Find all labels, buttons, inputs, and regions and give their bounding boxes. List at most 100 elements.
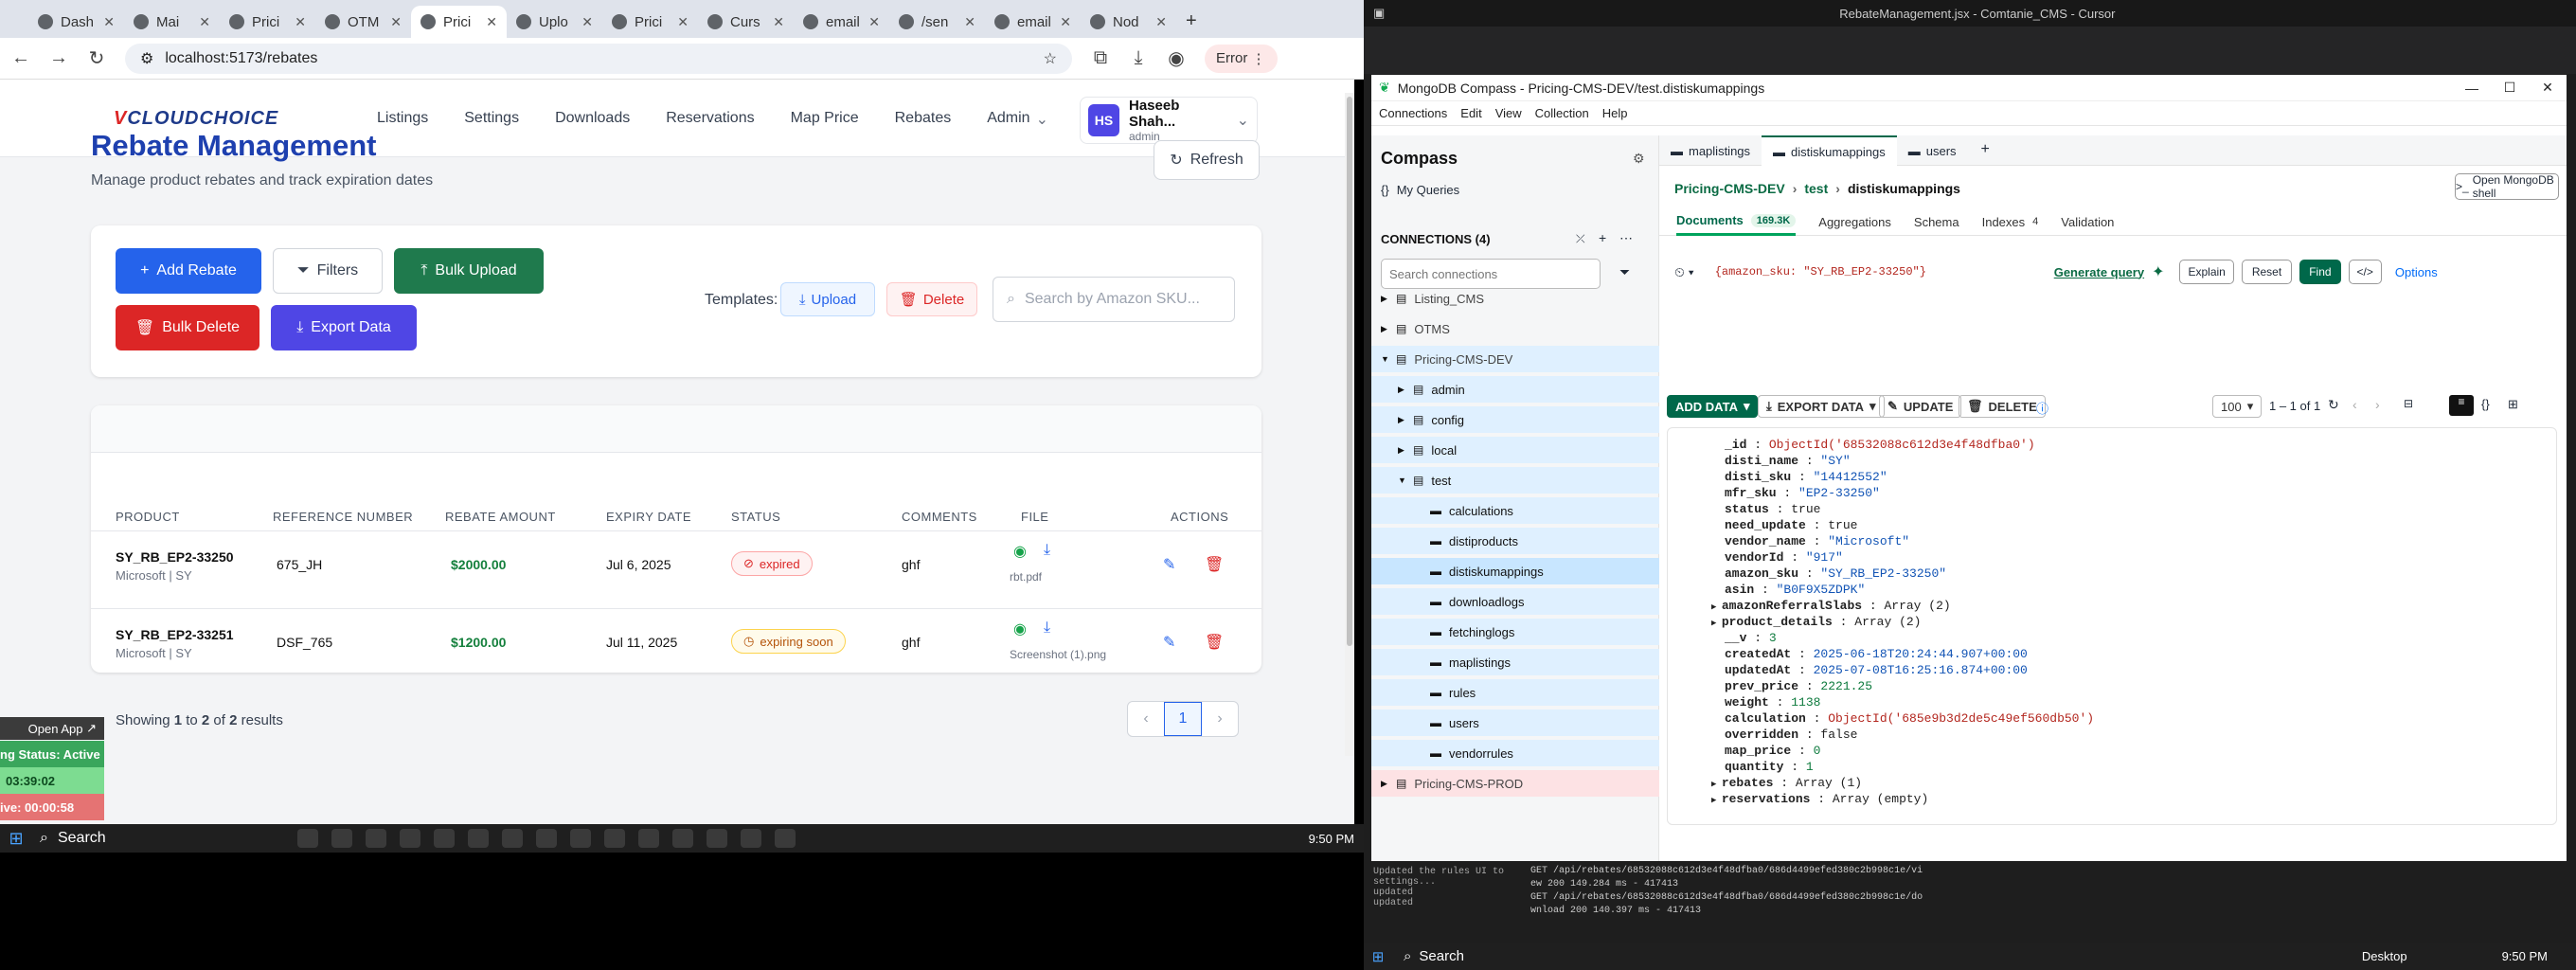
trash-icon[interactable]: 🗑 (1205, 555, 1224, 574)
export-data-button[interactable]: ⤓ EXPORT DATA ▾ (1758, 395, 1885, 418)
tree-item-pricing-cms-prod[interactable]: ▶ ▤ Pricing-CMS-PROD (1371, 770, 1659, 797)
add-tab-icon[interactable]: + (1968, 135, 2003, 165)
cloudchoice-logo[interactable]: VCLOUDCHOICE (114, 108, 278, 130)
search-input[interactable]: ⌕ Search by Amazon SKU... (993, 277, 1235, 322)
tree-item-vendorrules[interactable]: ▬ vendorrules (1371, 740, 1659, 766)
windows-start-icon[interactable]: ⊞ (1364, 948, 1392, 965)
doc-field-weight[interactable]: weight : 1138 (1725, 695, 1820, 710)
tree-item-admin[interactable]: ▶ ▤ admin (1371, 376, 1659, 403)
doc-field-asin[interactable]: asin : "B0F9X5ZDPK" (1725, 583, 1865, 597)
doc-field-rebates[interactable]: ▶ rebates : Array (1) (1711, 776, 1862, 790)
url-field[interactable]: ⚙ localhost:5173/rebates ☆ (125, 43, 1072, 74)
taskbar-app-icon[interactable] (536, 829, 557, 848)
edit-icon[interactable]: ✎ (1163, 633, 1175, 652)
user-menu[interactable]: HS Haseeb Shah... admin ⌄ (1080, 97, 1258, 144)
tree-item-test[interactable]: ▼ ▤ test (1371, 467, 1659, 494)
taskbar-search[interactable]: ⌕ Search (32, 826, 259, 851)
doc-field-prev_price[interactable]: prev_price : 2221.25 (1725, 679, 1872, 693)
close-icon[interactable]: ✕ (2529, 80, 2567, 96)
doc-field-status[interactable]: status : true (1725, 502, 1820, 516)
taskbar-firefox-icon[interactable] (434, 829, 455, 848)
close-icon[interactable]: ✕ (964, 14, 975, 30)
find-button[interactable]: Find (2299, 260, 2341, 284)
next-page-icon[interactable]: › (1202, 702, 1238, 736)
subtab-indexes[interactable]: Indexes 4 (1982, 207, 2039, 236)
subtab-schema[interactable]: Schema (1914, 207, 1959, 236)
template-delete-button[interactable]: 🗑 Delete (886, 282, 977, 316)
reload-icon[interactable]: ↻ (87, 46, 106, 70)
expand-caret-icon[interactable]: ▶ (1711, 796, 1722, 805)
close-icon[interactable]: ✕ (581, 14, 593, 30)
tree-item-distiskumappings[interactable]: ▬ distiskumappings (1371, 558, 1659, 584)
nav-link-map-price[interactable]: Map Price (791, 110, 859, 129)
minimize-icon[interactable]: — (2453, 81, 2491, 96)
close-icon[interactable]: ✕ (390, 14, 402, 30)
close-icon[interactable]: ✕ (773, 14, 784, 30)
open-app-widget[interactable]: Open App ↗ (0, 717, 104, 740)
page-1-button[interactable]: 1 (1164, 702, 1202, 736)
close-icon[interactable]: ✕ (868, 14, 880, 30)
nav-link-listings[interactable]: Listings (377, 110, 428, 129)
nav-link-admin[interactable]: Admin (987, 110, 1029, 129)
code-view-button[interactable]: </> (2348, 260, 2382, 284)
tree-item-pricing-cms-dev[interactable]: ▼ ▤ Pricing-CMS-DEV (1371, 346, 1659, 372)
taskbar-notepad-icon[interactable] (672, 829, 693, 848)
tree-item-listing_cms[interactable]: ▶ ▤ Listing_CMS (1371, 285, 1659, 312)
download-icon[interactable]: ⤓ (1129, 47, 1148, 69)
tree-item-config[interactable]: ▶ ▤ config (1371, 406, 1659, 433)
browser-tab[interactable]: /sen ✕ (889, 6, 985, 38)
prev-page-icon[interactable]: ‹ (1128, 702, 1164, 736)
json-view-icon[interactable]: {} (2481, 397, 2490, 411)
taskbar-app-icon[interactable] (741, 829, 761, 848)
close-icon[interactable]: ✕ (486, 14, 497, 30)
error-button[interactable]: Error ⋮ (1205, 44, 1278, 73)
doc-field-updatedAt[interactable]: updatedAt : 2025-07-08T16:25:16.874+00:0… (1725, 663, 2028, 677)
browser-tab[interactable]: Dash ✕ (28, 6, 124, 38)
close-icon[interactable]: ✕ (1060, 14, 1071, 30)
bulk-upload-button[interactable]: ⤒ Bulk Upload (394, 248, 544, 294)
browser-tab[interactable]: Prici ✕ (220, 6, 315, 38)
doc-field-_id[interactable]: _id : ObjectId('68532088c612d3e4f48dfba0… (1725, 438, 2035, 452)
nav-link-downloads[interactable]: Downloads (555, 110, 630, 129)
gear-icon[interactable]: ⚙ (1633, 151, 1645, 167)
collapse-icon[interactable]: ⤫ (1576, 232, 1585, 246)
menu-help[interactable]: Help (1602, 106, 1628, 120)
export-data-button[interactable]: ⤓ Export Data (271, 305, 417, 350)
options-link[interactable]: Options (2395, 265, 2438, 279)
desktop-label[interactable]: Desktop (2362, 949, 2407, 963)
nav-link-settings[interactable]: Settings (464, 110, 519, 129)
taskbar-terminal-icon[interactable] (502, 829, 523, 848)
download-icon[interactable]: ⤓ (1044, 620, 1050, 637)
doc-field-createdAt[interactable]: createdAt : 2025-06-18T20:24:44.907+00:0… (1725, 647, 2028, 661)
close-icon[interactable]: ✕ (103, 14, 115, 30)
menu-edit[interactable]: Edit (1460, 106, 1481, 120)
table-view-icon[interactable]: ⊞ (2508, 397, 2518, 412)
menu-connections[interactable]: Connections (1379, 106, 1447, 120)
taskbar-vscode-icon[interactable] (468, 829, 489, 848)
site-info-icon[interactable]: ⚙ (140, 49, 153, 68)
browser-tab[interactable]: email ✕ (985, 6, 1081, 38)
breadcrumb-item[interactable]: Pricing-CMS-DEV (1674, 181, 1785, 196)
add-rebate-button[interactable]: + Add Rebate (116, 248, 261, 294)
download-icon[interactable]: ⤓ (1044, 542, 1050, 559)
menu-collection[interactable]: Collection (1535, 106, 1589, 120)
subtab-documents[interactable]: Documents 169.3K (1676, 207, 1797, 236)
doc-field-overridden[interactable]: overridden : false (1725, 728, 1857, 742)
update-button[interactable]: ✎ UPDATE (1879, 395, 1962, 418)
doc-field-vendor_name[interactable]: vendor_name : "Microsoft" (1725, 534, 1909, 548)
bookmark-star-icon[interactable]: ☆ (1044, 49, 1057, 68)
profile-icon[interactable]: ◉ (1167, 46, 1186, 70)
close-icon[interactable]: ✕ (295, 14, 306, 30)
filter-input[interactable]: {amazon_sku: "SY_RB_EP2-33250"} (1702, 258, 2047, 286)
browser-tab[interactable]: Uplo ✕ (507, 6, 602, 38)
add-connection-icon[interactable]: + (1599, 230, 1606, 245)
eye-icon[interactable]: ◉ (1013, 542, 1027, 561)
doc-field-amazonReferralSlabs[interactable]: ▶ amazonReferralSlabs : Array (2) (1711, 599, 1951, 613)
tree-item-calculations[interactable]: ▬ calculations (1371, 497, 1659, 524)
subtab-validation[interactable]: Validation (2061, 207, 2114, 236)
doc-field-__v[interactable]: __v : 3 (1725, 631, 1777, 645)
taskbar-widgets-icon[interactable] (297, 829, 318, 848)
taskbar-search-label[interactable]: Search (1419, 948, 1464, 964)
tree-item-local[interactable]: ▶ ▤ local (1371, 437, 1659, 463)
list-view-icon[interactable]: ≡ (2449, 395, 2474, 416)
